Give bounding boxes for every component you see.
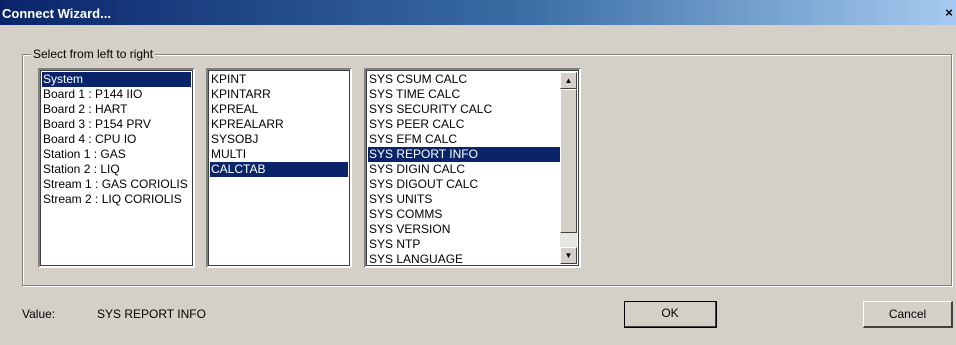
list-item[interactable]: SYS DIGIN CALC bbox=[368, 162, 560, 177]
list-item[interactable]: Stream 1 : GAS CORIOLIS bbox=[42, 177, 191, 192]
cancel-button[interactable]: Cancel bbox=[863, 301, 953, 328]
list-item[interactable]: SYS VERSION bbox=[368, 222, 560, 237]
group-legend: Select from left to right bbox=[31, 47, 156, 61]
scroll-down-icon[interactable]: ▼ bbox=[560, 247, 577, 264]
list-item[interactable]: MULTI bbox=[210, 147, 348, 162]
list-item[interactable]: System bbox=[42, 72, 191, 87]
source-listbox[interactable]: System Board 1 : P144 IIO Board 2 : HART Bo… bbox=[38, 68, 195, 268]
list-item[interactable]: SYSOBJ bbox=[210, 132, 348, 147]
close-button[interactable]: × bbox=[942, 6, 956, 20]
list-item[interactable]: SYS LANGUAGE bbox=[368, 252, 560, 266]
value-label: Value: bbox=[22, 307, 56, 321]
title-bar: Connect Wizard... × bbox=[0, 0, 956, 25]
window-title: Connect Wizard... bbox=[2, 6, 111, 21]
list-item[interactable]: KPINT bbox=[210, 72, 348, 87]
list-item[interactable]: SYS REPORT INFO bbox=[368, 147, 560, 162]
list-item[interactable]: Station 1 : GAS bbox=[42, 147, 191, 162]
list-item[interactable]: Board 2 : HART bbox=[42, 102, 191, 117]
list-item[interactable]: Stream 2 : LIQ CORIOLIS bbox=[42, 192, 191, 207]
list-item[interactable]: Station 2 : LIQ bbox=[42, 162, 191, 177]
list-item[interactable]: CALCTAB bbox=[210, 162, 348, 177]
value-text: SYS REPORT INFO bbox=[97, 307, 206, 321]
list-item[interactable]: SYS UNITS bbox=[368, 192, 560, 207]
list-item[interactable]: SYS SECURITY CALC bbox=[368, 102, 560, 117]
list-item[interactable]: Board 3 : P154 PRV bbox=[42, 117, 191, 132]
list-item[interactable]: SYS EFM CALC bbox=[368, 132, 560, 147]
list-item[interactable]: SYS DIGOUT CALC bbox=[368, 177, 560, 192]
list-item[interactable]: SYS CSUM CALC bbox=[368, 72, 560, 87]
list-item[interactable]: Board 1 : P144 IIO bbox=[42, 87, 191, 102]
ok-button[interactable]: OK bbox=[624, 301, 717, 328]
scroll-thumb[interactable] bbox=[560, 89, 577, 233]
list-item[interactable]: KPREAL bbox=[210, 102, 348, 117]
object-listbox[interactable]: SYS CSUM CALC SYS TIME CALC SYS SECURITY C… bbox=[364, 68, 581, 268]
scroll-up-icon[interactable]: ▲ bbox=[560, 72, 577, 89]
object-list-scrollbar[interactable]: ▲ ▼ bbox=[560, 72, 577, 264]
list-item[interactable]: KPREALARR bbox=[210, 117, 348, 132]
list-item[interactable]: Board 4 : CPU IO bbox=[42, 132, 191, 147]
list-item[interactable]: SYS PEER CALC bbox=[368, 117, 560, 132]
list-item[interactable]: SYS NTP bbox=[368, 237, 560, 252]
list-item[interactable]: SYS TIME CALC bbox=[368, 87, 560, 102]
list-item[interactable]: SYS COMMS bbox=[368, 207, 560, 222]
type-listbox[interactable]: KPINT KPINTARR KPREAL KPREALARR SYSOBJ MULTI C… bbox=[206, 68, 352, 268]
list-item[interactable]: KPINTARR bbox=[210, 87, 348, 102]
